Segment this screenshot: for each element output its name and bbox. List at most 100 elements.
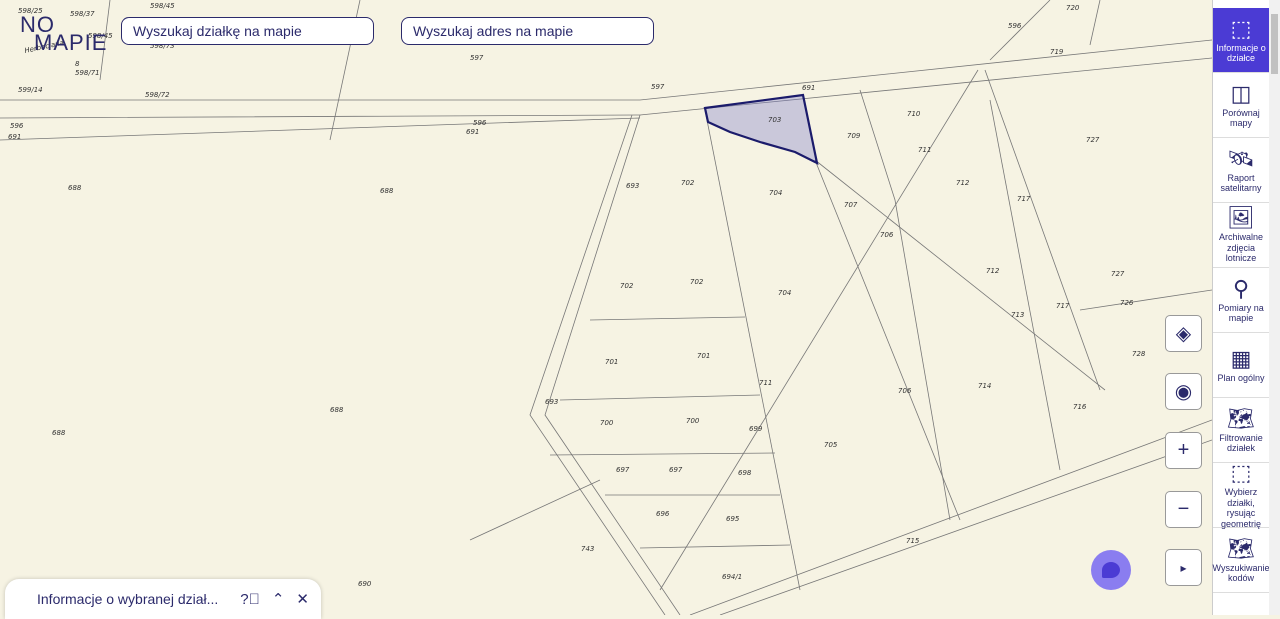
sidebar-item-label: Archiwalne zdjęcia lotnicze [1218, 232, 1264, 264]
satellite-icon: 🛰 [1227, 145, 1255, 171]
address-search-input[interactable]: Wyszukaj adres na mapie [401, 17, 654, 45]
parcel-number-label: 716 [1073, 403, 1087, 411]
sidebar-item-satellite[interactable]: 🛰 Raport satelitarny [1213, 138, 1269, 203]
sidebar-item-label: Wyszukiwanie kodów [1212, 562, 1270, 584]
parcel-number-label: 711 [918, 146, 931, 154]
measure-icon: ⚲ [1232, 275, 1250, 301]
chat-button[interactable] [1091, 550, 1131, 590]
parcel-number-label: 726 [1120, 299, 1134, 307]
plan-icon: ▦ [1230, 345, 1252, 371]
parcel-number-label: 596 [10, 122, 24, 130]
zoom-out-button[interactable]: − [1165, 491, 1202, 528]
map[interactable]: 598/25 598/37598/45598/45598/73598/71599/… [0, 0, 1212, 615]
parcel-number-label: 727 [1111, 270, 1125, 278]
parcel-number-label: 598/72 [145, 91, 170, 99]
parcel-info-panel: Informacje o wybranej dział... ?⃝ ⌃ ✕ [5, 579, 321, 619]
parcel-number-label: 702 [690, 278, 704, 286]
parcel-number-label: 711 [759, 379, 772, 387]
parcel-number-label: 700 [686, 417, 700, 425]
expand-button[interactable]: ▸ [1165, 549, 1202, 586]
layers-icon: ◈ [1175, 323, 1192, 345]
parcel-number-label: 597 [651, 83, 665, 91]
parcel-number-label: 719 [1050, 48, 1064, 56]
sidebar-item-label: Informacje o działce [1216, 42, 1266, 64]
sidebar: ⬚ Informacje o działce ◫ Porównaj mapy 🛰 Rapo… [1212, 0, 1269, 615]
parcel-number-label: 704 [778, 289, 791, 297]
sidebar-top-spacer [1213, 0, 1269, 8]
sidebar-item-label: Pomiary na mapie [1218, 302, 1264, 324]
parcel-number-label: 696 [656, 510, 670, 518]
parcel-number-label: 691 [8, 133, 21, 141]
layers-button[interactable]: ◈ [1165, 315, 1202, 352]
parcel-number-label: 703 [768, 116, 781, 124]
parcel-number-label: 727 [1086, 136, 1100, 144]
parcel-number-label: 717 [1056, 302, 1070, 310]
sidebar-item-label: Raport satelitarny [1220, 172, 1262, 194]
parcel-number-label: 688 [380, 187, 394, 195]
help-icon[interactable]: ?⃝ [240, 591, 260, 608]
parcel-number-label: 697 [616, 466, 630, 474]
sidebar-item-label: Porównaj mapy [1222, 107, 1260, 129]
sidebar-item-select-geometry[interactable]: ⬚ Wybierz działki, rysując geometrię [1213, 460, 1269, 529]
parcel-number-label: 712 [956, 179, 970, 187]
parcel-number-label: 704 [769, 189, 782, 197]
sidebar-item-parcel-info[interactable]: ⬚ Informacje o działce [1213, 8, 1269, 73]
parcel-number-label: 596 [1008, 22, 1022, 30]
parcel-number-label: 712 [986, 267, 1000, 275]
parcel-number-label: 706 [880, 231, 894, 239]
parcel-number-label: 699 [749, 425, 763, 433]
zoom-in-button[interactable]: + [1165, 432, 1202, 469]
parcel-number-label: 693 [545, 398, 558, 406]
panel-title: Informacje o wybranej dział... [37, 591, 219, 607]
parcel-number-label: 598/71 [75, 69, 100, 77]
sidebar-item-label: Wybierz działki, rysując geometrię [1220, 487, 1262, 529]
parcel-number-label: 710 [907, 110, 921, 118]
parcel-number-label: 693 [626, 182, 639, 190]
chat-icon [1102, 562, 1120, 578]
parcel-number-label: 717 [1017, 195, 1031, 203]
parcel-search-input[interactable]: Wyszukaj działkę na mapie [121, 17, 374, 45]
sidebar-item-search-map[interactable]: 🗺 Wyszukiwanie kodów [1213, 528, 1269, 593]
parcel-number-label: 701 [697, 352, 710, 360]
parcel-number-label: 695 [726, 515, 740, 523]
close-icon[interactable]: ✕ [296, 590, 309, 608]
parcel-number-label: 743 [581, 545, 594, 553]
parcel-number-label: 599/14 [18, 86, 43, 94]
parcel-number-label: 691 [802, 84, 815, 92]
parcel-number-label: 697 [669, 466, 683, 474]
parcel-number-label: 8 [75, 60, 80, 68]
image-icon: 🖼 [1227, 205, 1255, 231]
compare-icon: ◫ [1230, 80, 1252, 106]
scrollbar[interactable] [1269, 0, 1280, 615]
locate-icon: ◉ [1174, 381, 1193, 403]
parcel-number-label: 709 [847, 132, 861, 140]
parcel-number-label: 598/45 [150, 2, 175, 10]
parcel-number-label: 701 [605, 358, 618, 366]
sidebar-item-image[interactable]: 🖼 Archiwalne zdjęcia lotnicze [1213, 203, 1269, 268]
scrollbar-thumb[interactable] [1271, 14, 1278, 74]
parcel-number-label: 706 [898, 387, 912, 395]
parcel-number-label: 707 [844, 201, 858, 209]
parcel-number-label: 714 [978, 382, 991, 390]
parcel-number-label: 715 [906, 537, 920, 545]
chevron-up-icon[interactable]: ⌃ [272, 590, 285, 608]
sidebar-item-plan[interactable]: ▦ Plan ogólny [1213, 333, 1269, 398]
sidebar-item-compare[interactable]: ◫ Porównaj mapy [1213, 73, 1269, 138]
search-map-icon: 🗺 [1227, 535, 1255, 561]
parcel-number-label: 700 [600, 419, 614, 427]
parcel-number-label: 702 [681, 179, 695, 187]
parcel-number-label: 713 [1011, 311, 1024, 319]
parcel-number-label: 597 [470, 54, 484, 62]
sidebar-item-label: Plan ogólny [1217, 372, 1265, 383]
parcel-number-label: 596 [473, 119, 487, 127]
parcel-number-label: 688 [330, 406, 344, 414]
locate-button[interactable]: ◉ [1165, 373, 1202, 410]
sidebar-item-filter-map[interactable]: 🗺 Filtrowanie działek [1213, 398, 1269, 463]
select-geometry-icon: ⬚ [1230, 460, 1252, 485]
sidebar-item-measure[interactable]: ⚲ Pomiary na mapie [1213, 268, 1269, 333]
parcel-number-label: 705 [824, 441, 838, 449]
parcel-number-label: 690 [358, 580, 372, 588]
logo[interactable]: NO MAPIE [20, 14, 107, 54]
parcel-info-icon: ⬚ [1230, 15, 1252, 41]
filter-map-icon: 🗺 [1227, 405, 1255, 431]
